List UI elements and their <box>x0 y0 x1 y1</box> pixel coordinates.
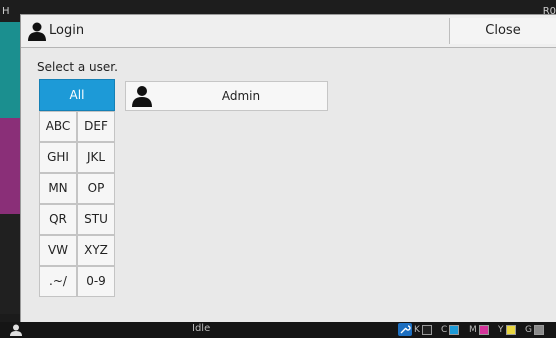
toner-swatch-g <box>533 324 544 335</box>
dialog-title: Login <box>49 23 85 38</box>
background-left-text: H <box>2 6 10 17</box>
toner-level-y: Y <box>498 324 516 336</box>
toner-level-c: C <box>441 324 460 336</box>
select-user-prompt: Select a user. <box>37 60 118 74</box>
toner-swatch-y <box>505 324 516 335</box>
filter-button-stu[interactable]: STU <box>77 204 115 235</box>
machine-status-text: Idle <box>192 323 211 334</box>
toner-swatch-m <box>478 324 489 335</box>
filter-button-xyz[interactable]: XYZ <box>77 235 115 266</box>
logged-in-user-icon[interactable] <box>10 324 22 336</box>
user-name-label: Admin <box>221 89 261 103</box>
toner-label-k: K <box>414 325 420 335</box>
toner-level-m: M <box>469 324 489 336</box>
toner-level-k: K <box>414 324 432 336</box>
filter-button-mn[interactable]: MN <box>39 173 77 204</box>
filter-button-symbols[interactable]: .~/ <box>39 266 77 297</box>
toner-label-y: Y <box>498 325 504 335</box>
dialog-titlebar: Login Close <box>21 15 556 48</box>
user-button-admin[interactable]: Admin <box>125 81 328 111</box>
filter-button-qr[interactable]: QR <box>39 204 77 235</box>
toner-label-c: C <box>441 325 448 335</box>
filter-button-op[interactable]: OP <box>77 173 115 204</box>
login-dialog: Login Close Select a user. All ABC DEF G… <box>20 14 556 324</box>
status-bar: Idle K C M Y G <box>0 322 556 338</box>
toner-label-g: G <box>525 325 532 335</box>
person-icon <box>132 86 152 107</box>
toner-swatch-k <box>421 324 432 335</box>
toner-level-g: G <box>525 324 544 336</box>
filter-button-jkl[interactable]: JKL <box>77 142 115 173</box>
filter-all-button[interactable]: All <box>39 79 115 111</box>
filter-button-abc[interactable]: ABC <box>39 111 77 142</box>
toner-label-m: M <box>469 325 477 335</box>
filter-button-digits[interactable]: 0-9 <box>77 266 115 297</box>
maintenance-icon[interactable] <box>398 323 412 336</box>
close-button[interactable]: Close <box>449 18 556 44</box>
filter-button-def[interactable]: DEF <box>77 111 115 142</box>
person-icon <box>28 22 46 41</box>
toner-swatch-c <box>449 324 460 335</box>
filter-button-vw[interactable]: VW <box>39 235 77 266</box>
filter-button-ghi[interactable]: GHI <box>39 142 77 173</box>
